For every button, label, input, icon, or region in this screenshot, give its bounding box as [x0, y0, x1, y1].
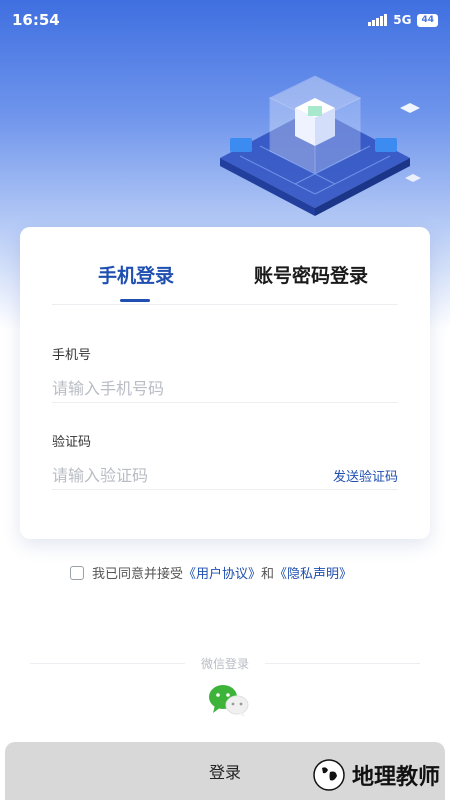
server-illustration: [220, 75, 421, 216]
phone-input-row: [52, 375, 398, 403]
status-time: 16:54: [12, 11, 60, 29]
wechat-login-label: 微信登录: [201, 656, 250, 671]
code-field: 验证码 发送验证码: [52, 431, 398, 490]
wechat-icon[interactable]: [207, 683, 251, 719]
status-bar: 16:54 5G 44: [0, 0, 450, 40]
status-indicators: 5G 44: [368, 13, 438, 27]
phone-input[interactable]: [52, 379, 292, 398]
signal-icon: [368, 14, 388, 26]
tabs-divider: [52, 304, 398, 305]
send-code-button[interactable]: 发送验证码: [333, 466, 398, 485]
network-label: 5G: [393, 13, 412, 27]
agreement-row: 我已同意并接受 《用户协议》 和 《隐私声明》: [70, 563, 352, 582]
agreement-prefix: 我已同意并接受: [92, 567, 184, 582]
code-label: 验证码: [52, 435, 92, 450]
active-tab-indicator: [120, 299, 150, 302]
privacy-link[interactable]: 《隐私声明》: [274, 563, 352, 582]
separator-line-right: [265, 662, 421, 664]
agreement-checkbox[interactable]: [70, 565, 84, 580]
code-input[interactable]: [52, 466, 292, 485]
code-input-row: 发送验证码: [52, 462, 398, 490]
battery-icon: 44: [417, 13, 438, 27]
watermark: 地理教师: [312, 758, 440, 792]
login-tabs: 手机登录 账号密码登录: [20, 227, 430, 307]
user-agreement-link[interactable]: 《用户协议》: [183, 563, 261, 582]
separator-line-left: [30, 662, 185, 664]
login-button-label: 登录: [208, 763, 241, 782]
tab-phone-login[interactable]: 手机登录: [98, 261, 174, 288]
tab-password-login[interactable]: 账号密码登录: [254, 261, 368, 288]
phone-label: 手机号: [52, 348, 92, 363]
watermark-globe-icon: [313, 759, 345, 791]
watermark-text: 地理教师: [351, 765, 440, 790]
agreement-and: 和: [261, 567, 275, 582]
login-card: 手机登录 账号密码登录 手机号 验证码 发送验证码: [20, 227, 430, 539]
phone-field: 手机号: [52, 344, 398, 403]
wechat-login-separator: 微信登录: [30, 655, 421, 671]
